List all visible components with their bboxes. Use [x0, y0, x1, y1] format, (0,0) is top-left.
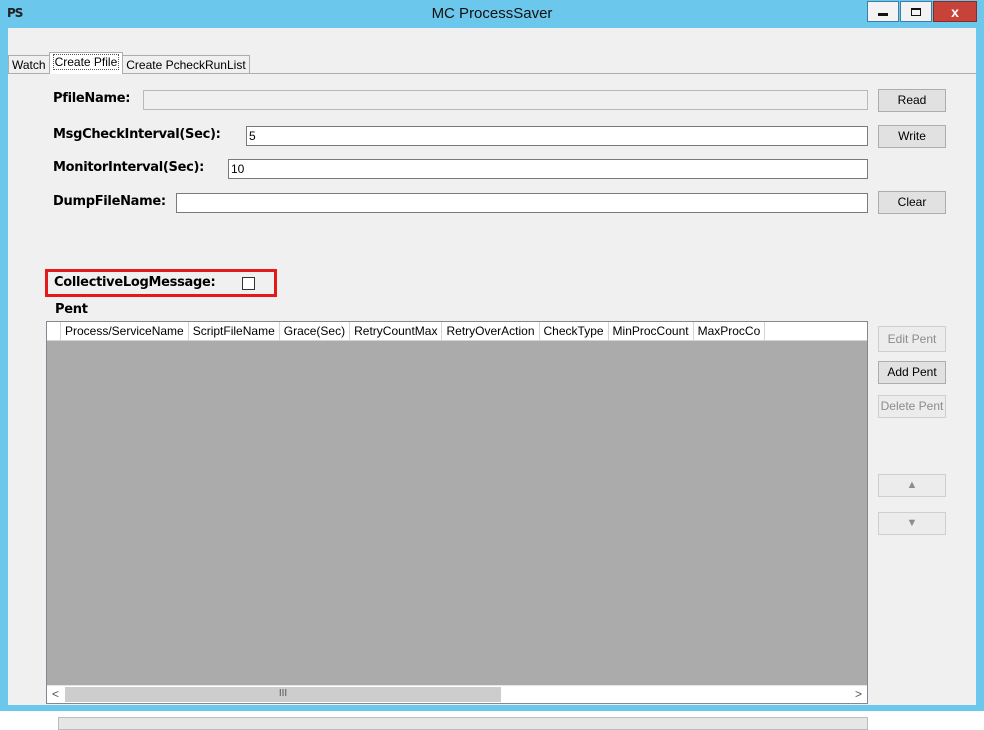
collectivelogmessage-label: CollectiveLogMessage:: [54, 275, 216, 290]
column-header[interactable]: ScriptFileName: [189, 322, 280, 340]
column-header[interactable]: MaxProcCo: [694, 322, 766, 340]
monitorinterval-label: MonitorInterval(Sec):: [53, 160, 205, 175]
triangle-down-icon: ▼: [906, 517, 918, 529]
title-bar[interactable]: PS MC ProcessSaver x: [0, 0, 984, 28]
pfilename-field[interactable]: [143, 90, 868, 110]
client-area: Watch Create Pfile Create PcheckRunList …: [8, 28, 976, 730]
delete-pent-button[interactable]: Delete Pent: [878, 395, 946, 418]
maximize-button[interactable]: [900, 1, 932, 22]
tab-create-pfile-label: Create Pfile: [52, 54, 120, 70]
grid-header: Process/ServiceName ScriptFileName Grace…: [47, 322, 867, 341]
create-pfile-panel: PfileName: Read MsgCheckInterval(Sec): 5…: [8, 73, 976, 730]
progress-bar: [58, 717, 868, 730]
scroll-thumb[interactable]: III: [65, 687, 501, 702]
column-header[interactable]: RetryOverAction: [442, 322, 540, 340]
dumpfilename-label: DumpFileName:: [53, 194, 166, 209]
window-controls: x: [866, 1, 977, 22]
column-header[interactable]: CheckType: [540, 322, 609, 340]
move-down-button[interactable]: ▼: [878, 512, 946, 535]
triangle-up-icon: ▲: [906, 479, 918, 491]
tab-strip: Watch Create Pfile Create PcheckRunList: [8, 52, 250, 74]
read-button[interactable]: Read: [878, 89, 946, 112]
column-header[interactable]: Process/ServiceName: [61, 322, 189, 340]
clear-button[interactable]: Clear: [878, 191, 946, 214]
minimize-button[interactable]: [867, 1, 899, 22]
close-button[interactable]: x: [933, 1, 977, 22]
msgcheckinterval-field[interactable]: 5: [246, 126, 868, 146]
dumpfilename-field[interactable]: [176, 193, 868, 213]
edit-pent-button[interactable]: Edit Pent: [878, 326, 946, 352]
pent-grid[interactable]: Process/ServiceName ScriptFileName Grace…: [46, 321, 868, 704]
horizontal-scrollbar[interactable]: < III >: [47, 685, 867, 703]
maximize-icon: [911, 7, 921, 16]
scroll-right-icon[interactable]: >: [850, 686, 867, 703]
scroll-left-icon[interactable]: <: [47, 686, 64, 703]
grid-corner: [47, 322, 61, 340]
monitorinterval-field[interactable]: 10: [228, 159, 868, 179]
app-window: PS MC ProcessSaver x Watch Create Pfile …: [0, 0, 984, 730]
tab-watch[interactable]: Watch: [8, 55, 50, 74]
column-header[interactable]: RetryCountMax: [350, 322, 443, 340]
tab-create-pfile[interactable]: Create Pfile: [48, 52, 124, 74]
column-header[interactable]: Grace(Sec): [280, 322, 351, 340]
close-icon: x: [951, 3, 959, 20]
pfilename-label: PfileName:: [53, 91, 131, 106]
minimize-icon: [878, 13, 888, 16]
collectivelogmessage-checkbox[interactable]: [242, 277, 255, 290]
window-title: MC ProcessSaver: [431, 5, 553, 22]
tab-create-pcheckrunlist[interactable]: Create PcheckRunList: [122, 55, 250, 74]
write-button[interactable]: Write: [878, 125, 946, 148]
add-pent-button[interactable]: Add Pent: [878, 361, 946, 384]
column-header[interactable]: MinProcCount: [609, 322, 694, 340]
move-up-button[interactable]: ▲: [878, 474, 946, 497]
msgcheckinterval-label: MsgCheckInterval(Sec):: [53, 127, 221, 142]
pent-label: Pent: [55, 302, 88, 317]
